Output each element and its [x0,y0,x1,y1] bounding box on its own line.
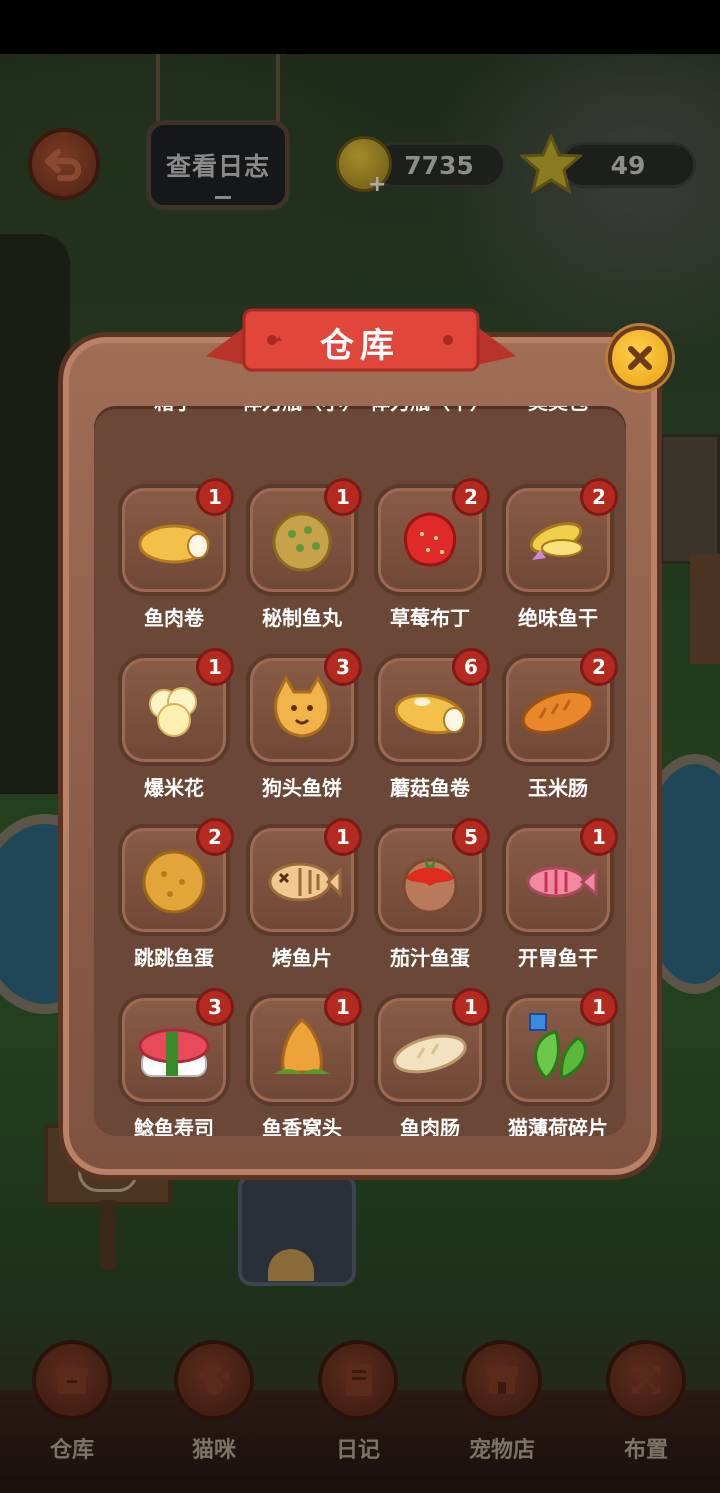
grid-item[interactable]: 6 蘑菇鱼卷 [366,648,494,814]
grid-item[interactable]: 2 玉米肠 [494,648,622,814]
item-name: 体力瓶（中） [356,406,504,415]
item-count-badge: 1 [196,478,234,516]
add-coin-icon[interactable]: + [368,172,386,197]
grid-item[interactable]: 1 猫薄荷碎片 [494,988,622,1136]
item-name: 体力瓶（小） [228,406,376,415]
item-count-badge: 1 [324,818,362,856]
back-button[interactable] [28,128,100,200]
item-name: 开胃鱼干 [518,946,598,970]
item-count-badge: 3 [324,648,362,686]
status-bar [0,0,720,54]
item-count-badge: 3 [196,988,234,1026]
grid-item[interactable]: 2 绝味鱼干 [494,478,622,644]
item-count-badge: 1 [324,478,362,516]
item-name: 鱼香窝头 [262,1116,342,1136]
shop-icon [486,1366,518,1394]
item-name: 鲶鱼寿司 [134,1116,214,1136]
star-icon [520,134,582,194]
grid-item[interactable]: 1 秘制鱼丸 [238,478,366,644]
item-name: 狗头鱼饼 [262,776,342,800]
paw-icon [199,1365,230,1395]
item-name: 箱子 [100,406,248,415]
grid-item[interactable]: 体力瓶（中） [366,406,494,428]
log-dash [215,196,231,199]
arrange-icon [632,1366,660,1394]
item-name: 跳跳鱼蛋 [134,946,214,970]
grid-item[interactable]: 臭臭包 [494,406,622,428]
view-log-label: 查看日志 [165,152,270,181]
item-name: 烤鱼片 [272,946,332,970]
item-count-badge: 2 [580,648,618,686]
item-name: 鱼肉肠 [400,1116,460,1136]
sign-post [100,1200,116,1270]
nav-label: 仓库 [49,1438,94,1463]
item-count-badge: 1 [580,988,618,1026]
item-count-badge: 1 [452,988,490,1026]
rope [156,54,160,124]
grid-item[interactable]: 3 狗头鱼饼 [238,648,366,814]
grid-item[interactable]: 1 鱼肉肠 [366,988,494,1136]
star-count: 49 [610,150,646,180]
nav-item[interactable]: 猫咪 [164,1340,264,1470]
item-name: 秘制鱼丸 [262,606,342,630]
nav-label: 布置 [623,1438,668,1463]
view-log-button[interactable]: 查看日志 [146,120,290,210]
nav-button[interactable] [462,1340,542,1420]
scene-crate [690,554,720,664]
item-name: 臭臭包 [484,406,626,415]
grid-item[interactable]: 1 烤鱼片 [238,818,366,984]
item-name: 玉米肠 [528,776,588,800]
panel-title: 仓库 [320,326,400,366]
item-count-badge: 1 [580,818,618,856]
item-name: 草莓布丁 [390,606,470,630]
nav-item[interactable]: 布置 [596,1340,696,1470]
nav-button[interactable] [32,1340,112,1420]
grid-item[interactable]: 2 跳跳鱼蛋 [110,818,238,984]
item-count-badge: 2 [196,818,234,856]
coin-counter: 7735 [372,142,506,188]
grid-item[interactable]: 箱子 [110,406,238,428]
nav-label: 日记 [335,1438,380,1463]
item-count-badge: 2 [452,478,490,516]
nav-item[interactable]: 日记 [308,1340,408,1470]
grid-item[interactable]: 5 茄汁鱼蛋 [366,818,494,984]
notebook-icon [346,1364,372,1396]
nav-button[interactable] [318,1340,398,1420]
item-count-badge: 1 [196,648,234,686]
grid-item[interactable]: 1 开胃鱼干 [494,818,622,984]
close-button[interactable] [608,326,672,390]
item-name: 猫薄荷碎片 [508,1116,608,1136]
grid-item[interactable]: 体力瓶（小） [238,406,366,428]
nav-label: 猫咪 [191,1438,236,1463]
item-name: 绝味鱼干 [518,606,598,630]
rope [276,54,280,124]
grid-item[interactable]: 1 鱼香窝头 [238,988,366,1136]
nav-label: 宠物店 [468,1438,535,1463]
grid-item[interactable]: 1 鱼肉卷 [110,478,238,644]
back-arrow-icon [45,149,81,181]
grid-item[interactable]: 3 鲶鱼寿司 [110,988,238,1136]
close-icon [628,346,652,370]
nav-button[interactable] [174,1340,254,1420]
item-count-badge: 5 [452,818,490,856]
item-name: 爆米花 [144,776,204,800]
item-count-badge: 2 [580,478,618,516]
item-name: 鱼肉卷 [144,606,204,630]
scene-wall [660,434,720,564]
item-count-badge: 6 [452,648,490,686]
nav-item[interactable]: 宠物店 [452,1340,552,1470]
item-count-badge: 1 [324,988,362,1026]
item-name: 蘑菇鱼卷 [390,776,470,800]
nav-button[interactable] [606,1340,686,1420]
box-icon [56,1368,88,1394]
nav-item[interactable]: 仓库 [22,1340,122,1470]
grid-item[interactable]: 2 草莓布丁 [366,478,494,644]
coin-count: 7735 [404,150,474,180]
grid-item[interactable]: 1 爆米花 [110,648,238,814]
item-grid-viewport[interactable]: 箱子体力瓶（小）体力瓶（中）臭臭包 1 鱼肉卷 1 秘制鱼丸 2 草莓布丁 2 绝味鱼干 1 爆米花… [94,406,626,1136]
item-name: 茄汁鱼蛋 [390,946,470,970]
